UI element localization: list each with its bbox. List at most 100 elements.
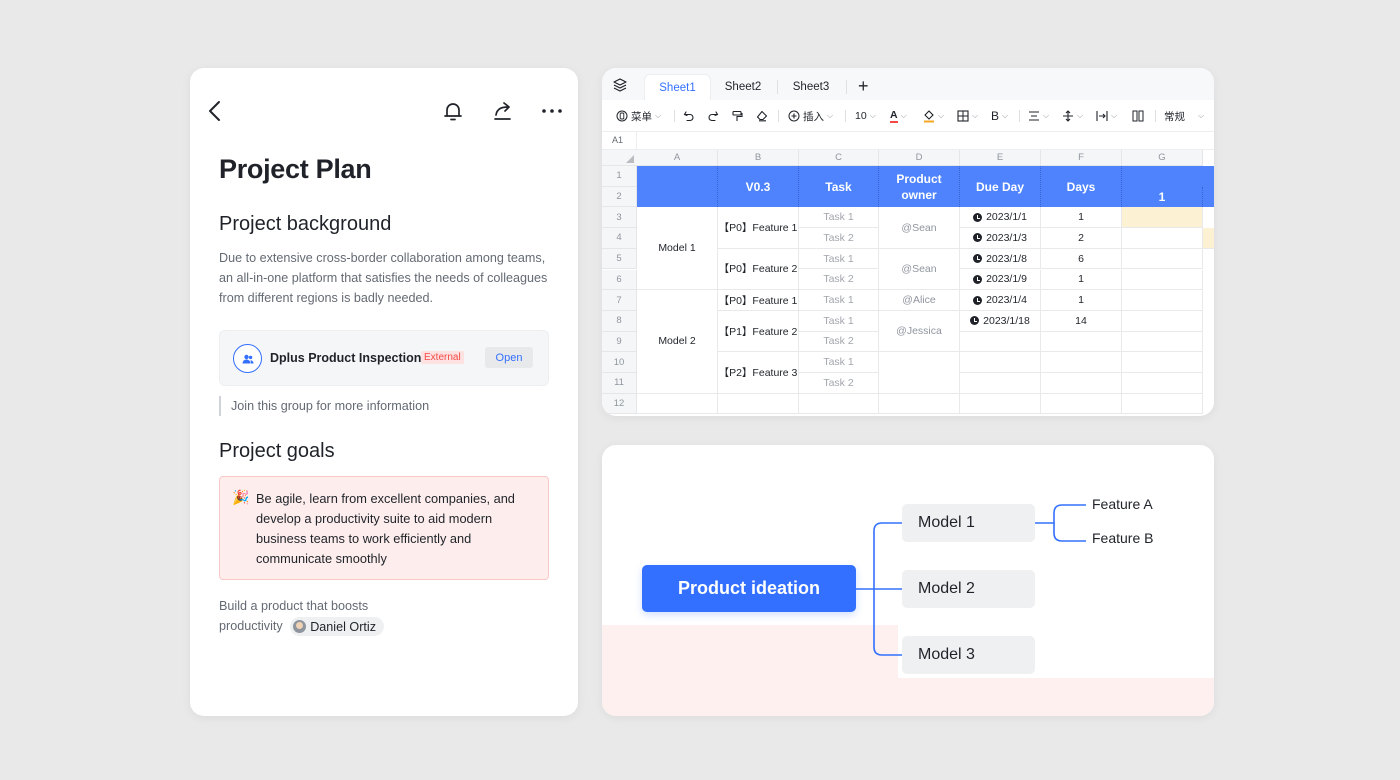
task-cell[interactable]: Task 2 (799, 373, 879, 394)
cell[interactable] (960, 373, 1041, 394)
due-date-cell[interactable]: 2023/1/1 (960, 207, 1041, 229)
cell[interactable] (1122, 310, 1203, 332)
row-header[interactable]: 5 (602, 248, 637, 270)
row-header[interactable]: 6 (602, 269, 637, 291)
cell[interactable] (799, 393, 879, 415)
add-sheet-button[interactable]: + (858, 76, 869, 97)
root-node[interactable]: Product ideation (642, 565, 856, 612)
header-cell-g1[interactable] (1122, 166, 1214, 187)
task-cell[interactable]: Task 1 (799, 207, 879, 229)
header-cell-due[interactable]: Due Day (960, 166, 1041, 208)
share-button[interactable] (488, 96, 518, 126)
cell[interactable] (960, 331, 1041, 353)
row-header[interactable]: 2 (602, 186, 637, 208)
days-cell[interactable]: 6 (1041, 248, 1122, 270)
task-cell[interactable]: Task 1 (799, 290, 879, 311)
header-cell[interactable] (637, 166, 718, 208)
feature-cell[interactable]: 【P1】Feature 2 (718, 310, 799, 353)
cell[interactable] (637, 393, 718, 415)
cell[interactable] (1122, 228, 1203, 249)
number-format-select[interactable]: 常规 ⌵ (1164, 108, 1204, 124)
row-header[interactable]: 9 (602, 331, 637, 353)
back-button[interactable] (200, 96, 230, 126)
header-cell-h2[interactable] (1203, 186, 1214, 208)
task-cell[interactable]: Task 2 (799, 269, 879, 291)
header-cell-g2[interactable]: 1 (1122, 186, 1203, 208)
task-cell[interactable]: Task 2 (799, 331, 879, 353)
task-cell[interactable]: Task 1 (799, 352, 879, 373)
row-header[interactable]: 1 (602, 166, 637, 187)
column-header[interactable]: G (1122, 150, 1203, 166)
cell[interactable] (1041, 331, 1122, 353)
undo-button[interactable] (683, 108, 695, 124)
feature-cell[interactable]: 【P0】Feature 1 (718, 207, 799, 249)
due-date-cell[interactable]: 2023/1/9 (960, 269, 1041, 291)
task-cell[interactable]: Task 1 (799, 248, 879, 270)
due-date-cell[interactable]: 2023/1/4 (960, 290, 1041, 311)
feature-cell[interactable]: 【P0】Feature 2 (718, 248, 799, 291)
task-cell[interactable]: Task 2 (799, 228, 879, 249)
row-header[interactable]: 8 (602, 310, 637, 332)
group-card[interactable]: Dplus Product Inspection External Open (219, 330, 549, 386)
due-date-cell[interactable]: 2023/1/18 (960, 310, 1041, 332)
owner-cell[interactable]: @Sean (879, 207, 960, 249)
merge-button[interactable] (1132, 108, 1144, 124)
tab-sheet2[interactable]: Sheet2 (712, 74, 774, 100)
column-header[interactable]: F (1041, 150, 1122, 166)
tab-sheet3[interactable]: Sheet3 (780, 74, 842, 100)
cell[interactable] (960, 352, 1041, 373)
column-header[interactable]: D (879, 150, 960, 166)
row-header[interactable]: 10 (602, 352, 637, 373)
days-cell[interactable]: 14 (1041, 310, 1122, 332)
model-node-1[interactable]: Model 1 (902, 504, 1035, 542)
cell[interactable] (1203, 228, 1214, 249)
header-cell-owner[interactable]: Product owner (879, 166, 960, 208)
cell[interactable] (1041, 352, 1122, 373)
column-header[interactable]: B (718, 150, 799, 166)
column-header[interactable]: C (799, 150, 879, 166)
font-color-button[interactable]: A ⌵ (890, 108, 907, 124)
owner-cell[interactable]: @Alice (879, 290, 960, 311)
tab-sheet1[interactable]: Sheet1 (644, 74, 711, 100)
formula-input[interactable] (636, 132, 1214, 150)
layers-icon[interactable] (612, 77, 628, 93)
fill-color-button[interactable]: ⌵ (923, 108, 944, 124)
model-cell[interactable]: Model 1 (637, 207, 718, 291)
header-cell-days[interactable]: Days (1041, 166, 1122, 208)
column-header[interactable]: E (960, 150, 1041, 166)
row-header[interactable]: 3 (602, 207, 637, 229)
select-all-corner[interactable] (602, 150, 637, 166)
format-painter-button[interactable] (731, 108, 743, 124)
feature-cell[interactable]: 【P2】Feature 3 (718, 352, 799, 394)
wrap-button[interactable]: ⌵ (1096, 108, 1117, 124)
cell[interactable] (1122, 290, 1203, 311)
row-header[interactable]: 11 (602, 373, 637, 394)
vertical-align-button[interactable]: ⌵ (1062, 108, 1083, 124)
cell[interactable] (879, 352, 960, 394)
due-date-cell[interactable]: 2023/1/8 (960, 248, 1041, 270)
cell[interactable] (879, 393, 960, 415)
menu-button[interactable]: 菜单 ⌵ (616, 108, 661, 124)
header-cell-version[interactable]: V0.3 (718, 166, 799, 208)
cell[interactable] (1122, 352, 1203, 373)
cell[interactable] (718, 393, 799, 415)
redo-button[interactable] (707, 108, 719, 124)
cell[interactable] (1041, 373, 1122, 394)
days-cell[interactable]: 2 (1041, 228, 1122, 249)
row-header[interactable]: 7 (602, 290, 637, 311)
column-header[interactable]: A (637, 150, 718, 166)
more-button[interactable] (537, 96, 567, 126)
clear-format-button[interactable] (756, 108, 768, 124)
bold-button[interactable]: B ⌵ (991, 108, 1008, 124)
insert-button[interactable]: 插入 ⌵ (788, 108, 833, 124)
font-size-select[interactable]: 10 ⌵ (855, 108, 876, 124)
days-cell[interactable]: 1 (1041, 207, 1122, 229)
cell[interactable] (1122, 248, 1203, 270)
user-mention[interactable]: Daniel Ortiz (290, 617, 384, 637)
days-cell[interactable]: 1 (1041, 269, 1122, 291)
feature-cell[interactable]: 【P0】Feature 1 (718, 290, 799, 311)
task-cell[interactable]: Task 1 (799, 310, 879, 332)
due-date-cell[interactable]: 2023/1/3 (960, 228, 1041, 249)
cell[interactable] (1122, 269, 1203, 291)
borders-button[interactable]: ⌵ (957, 108, 978, 124)
